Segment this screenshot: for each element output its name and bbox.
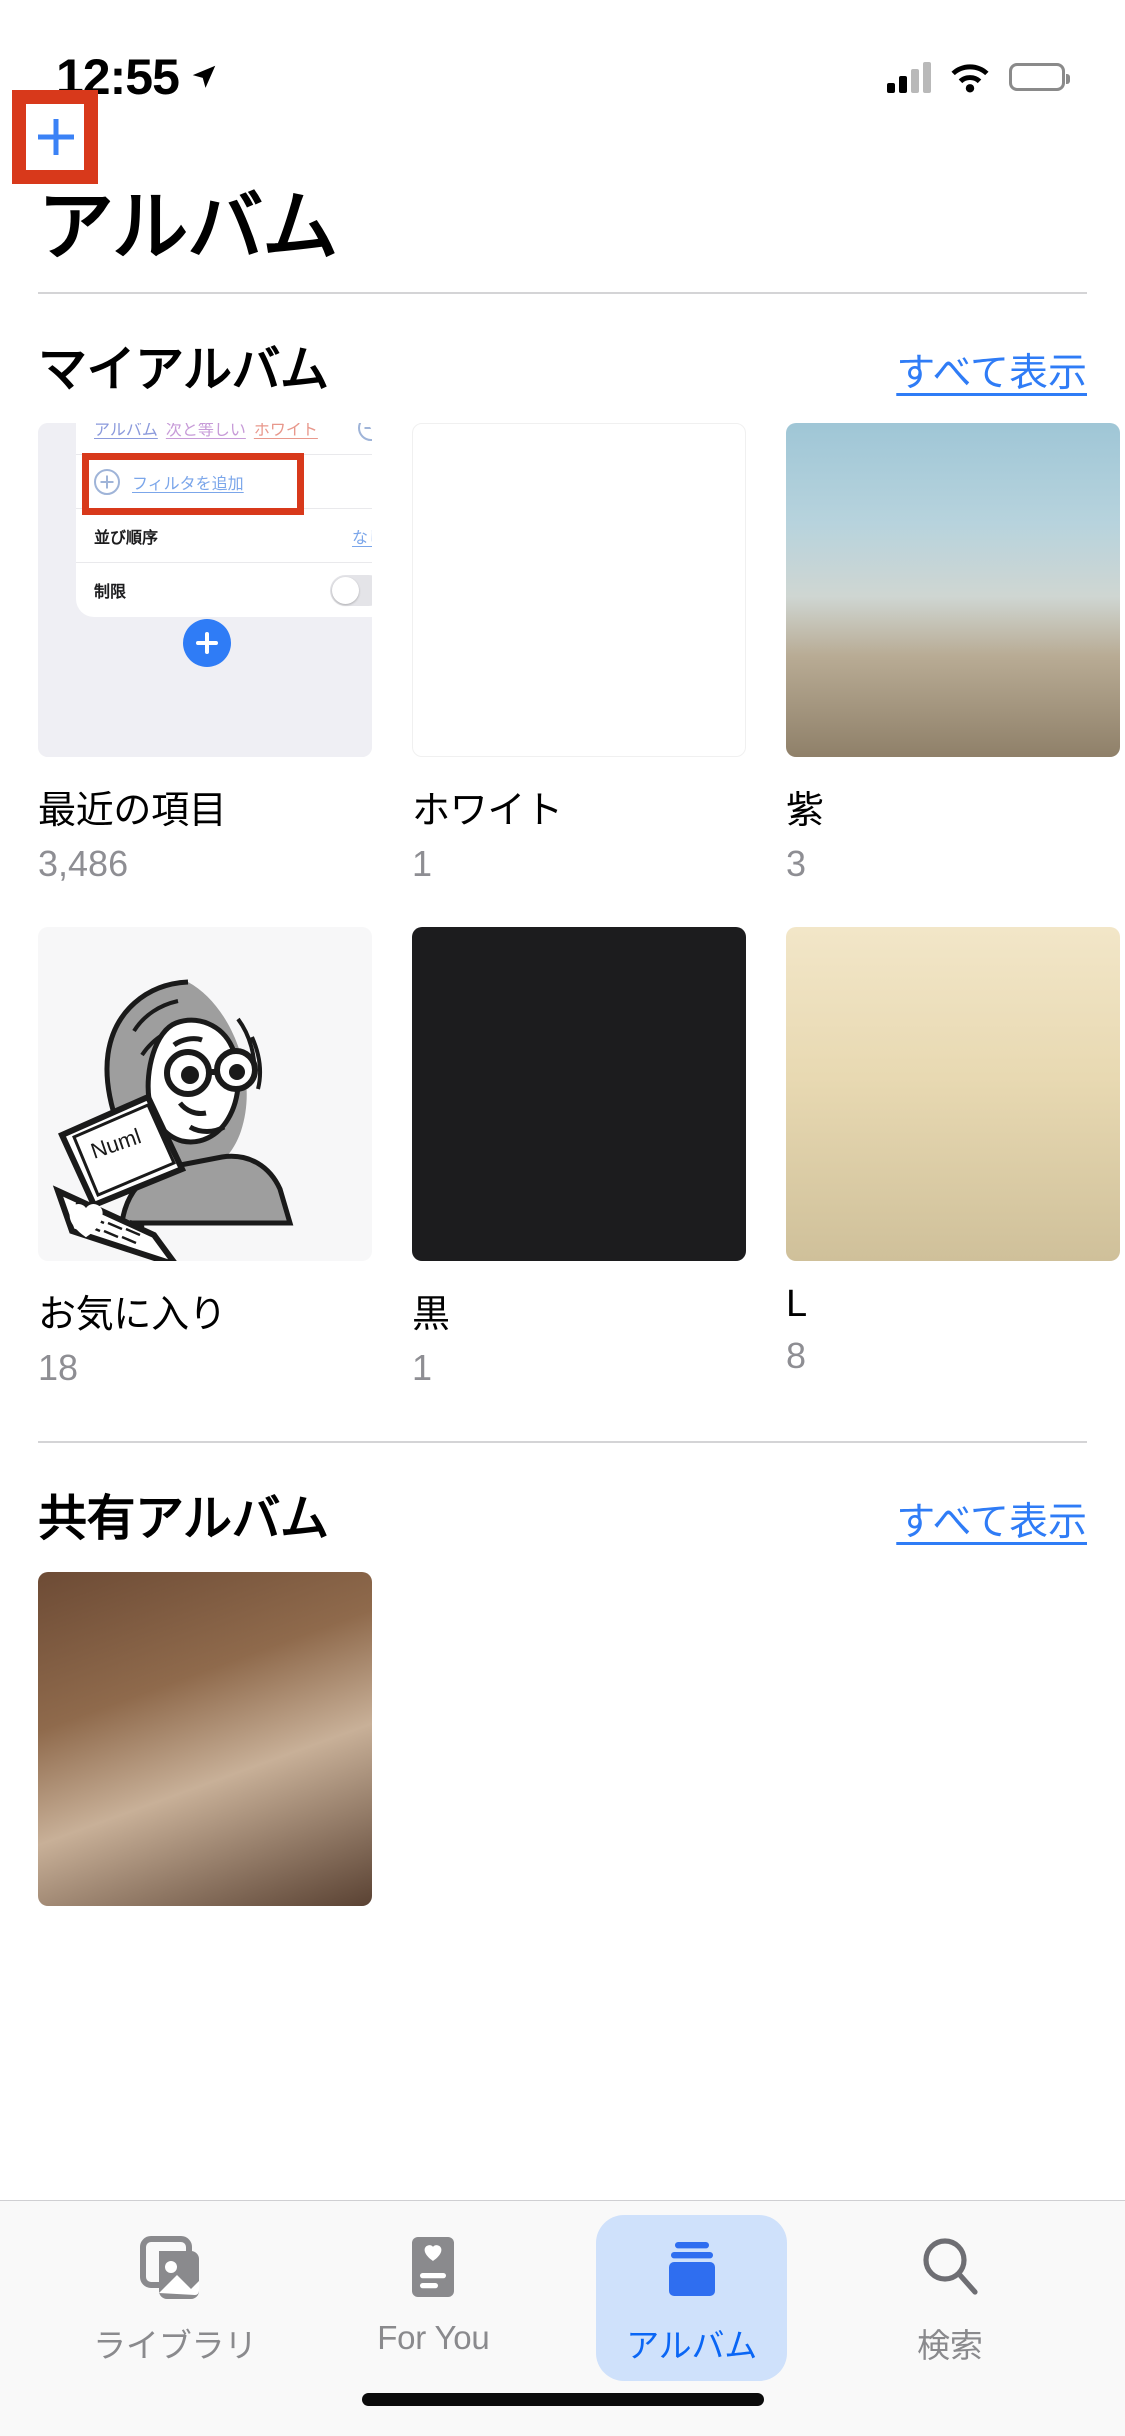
my-albums-see-all-link[interactable]: すべて表示	[896, 342, 1087, 398]
album-name: 最近の項目	[38, 790, 227, 832]
search-icon	[917, 2229, 983, 2305]
status-bar: 12:55	[0, 0, 1125, 132]
home-indicator	[361, 2393, 764, 2406]
grid-row-gap	[412, 885, 746, 927]
album-cell-l[interactable]: L 8	[786, 927, 1120, 1389]
album-cell-purple[interactable]: 紫 3	[786, 423, 1120, 885]
my-albums-section-header: マイアルバム すべて表示	[0, 294, 1125, 423]
album-name: 黒	[412, 1294, 450, 1336]
sort-order-value: なし	[351, 529, 372, 547]
album-thumbnail-favorites[interactable]: Numl	[38, 927, 372, 1261]
my-albums-title: マイアルバム	[38, 343, 329, 397]
status-bar-right	[887, 61, 1070, 93]
screenshot-add-filter-row: フィルタを追加	[76, 455, 372, 509]
shared-albums-section-header: 共有アルバム すべて表示	[0, 1443, 1125, 1572]
album-cell-recents[interactable]: アルバム 次と等しい ホワイト フィルタを追加 並び順序 な 制限 最近の項目 …	[38, 423, 372, 885]
tab-for-you[interactable]: For You	[304, 2215, 562, 2377]
album-thumbnail-purple[interactable]	[786, 423, 1120, 757]
photos-library-icon	[139, 2229, 211, 2305]
favorite-heart-icon	[64, 1199, 108, 1239]
limit-label: 制限	[94, 584, 127, 601]
album-cell-shared-1[interactable]	[38, 1572, 372, 1906]
circle-minus-icon	[358, 423, 372, 441]
screenshot-add-fab-icon	[183, 619, 231, 667]
tab-for-you-label: For You	[377, 2319, 490, 2356]
screenshot-filter-row: アルバム 次と等しい ホワイト	[76, 423, 372, 455]
tab-search[interactable]: 検索	[821, 2215, 1079, 2377]
photos-albums-screen: 12:55 アルバム マイアルバム すべて表示 アルバム 次と等しい ホワイト …	[0, 0, 1125, 2436]
circle-plus-icon	[94, 468, 120, 495]
limit-toggle	[330, 574, 372, 606]
album-cell-white[interactable]: ホワイト 1	[412, 423, 746, 885]
filter-token-field: アルバム	[94, 423, 158, 439]
shared-albums-grid	[0, 1572, 1125, 1906]
add-album-button[interactable]	[30, 110, 82, 164]
albums-stack-icon	[663, 2231, 721, 2307]
album-name: L	[786, 1283, 807, 1325]
shared-albums-title: 共有アルバム	[38, 1492, 329, 1546]
album-cell-favorites[interactable]: Numl お気に入り 18	[38, 927, 372, 1389]
tab-albums-label: アルバム	[626, 2327, 758, 2364]
album-thumbnail-l[interactable]	[786, 927, 1120, 1261]
screenshot-limit-row: 制限	[76, 563, 372, 617]
cellular-signal-icon	[887, 61, 931, 93]
album-count: 3,486	[38, 843, 129, 884]
filter-token-operator: 次と等しい	[165, 423, 246, 439]
smart-album-screenshot: アルバム 次と等しい ホワイト フィルタを追加 並び順序 な 制限	[38, 423, 372, 757]
shared-albums-see-all-link[interactable]: すべて表示	[896, 1491, 1087, 1547]
for-you-heart-icon	[408, 2229, 458, 2305]
page-title: アルバム	[38, 185, 338, 270]
tab-bar: ライブラリ For You アルバム 検索	[0, 2200, 1125, 2436]
album-name: ホワイト	[412, 790, 563, 832]
tab-bar-items: ライブラリ For You アルバム 検索	[0, 2201, 1125, 2381]
album-thumbnail-white[interactable]	[412, 423, 746, 757]
album-cell-black[interactable]: 黒 1	[412, 927, 746, 1389]
albums-scroll-content[interactable]: マイアルバム すべて表示 アルバム 次と等しい ホワイト フィルタを追加 並び順…	[0, 292, 1125, 2292]
wifi-icon	[949, 61, 991, 93]
album-thumbnail-black[interactable]	[412, 927, 746, 1261]
tab-albums-active-pill: アルバム	[596, 2215, 788, 2381]
album-count: 3	[786, 843, 807, 884]
tab-search-label: 検索	[917, 2327, 983, 2364]
battery-icon	[1009, 63, 1070, 91]
tab-library[interactable]: ライブラリ	[46, 2215, 304, 2377]
filter-token-value: ホワイト	[253, 423, 318, 439]
album-count: 8	[786, 1335, 807, 1376]
sort-order-label: 並び順序	[94, 529, 159, 547]
tab-albums[interactable]: アルバム	[563, 2215, 821, 2381]
album-name: お気に入り	[38, 1294, 227, 1336]
plus-icon	[38, 119, 74, 155]
tab-library-label: ライブラリ	[93, 2327, 258, 2364]
album-count: 1	[412, 1347, 433, 1388]
my-albums-grid: アルバム 次と等しい ホワイト フィルタを追加 並び順序 な 制限 最近の項目 …	[0, 423, 1125, 1389]
grid-row-gap	[38, 885, 372, 927]
screenshot-filter-card: アルバム 次と等しい ホワイト フィルタを追加 並び順序 な 制限	[76, 423, 372, 617]
add-filter-label: フィルタを追加	[132, 475, 244, 493]
album-name: 紫	[786, 790, 824, 832]
location-arrow-icon	[189, 62, 219, 92]
album-thumbnail-recents[interactable]: アルバム 次と等しい ホワイト フィルタを追加 並び順序 な 制限	[38, 423, 372, 757]
album-count: 18	[38, 1347, 79, 1388]
grid-row-gap	[786, 885, 1120, 927]
album-thumbnail-shared[interactable]	[38, 1572, 372, 1906]
album-count: 1	[412, 843, 433, 884]
screenshot-sort-row: 並び順序 なし	[76, 509, 372, 563]
